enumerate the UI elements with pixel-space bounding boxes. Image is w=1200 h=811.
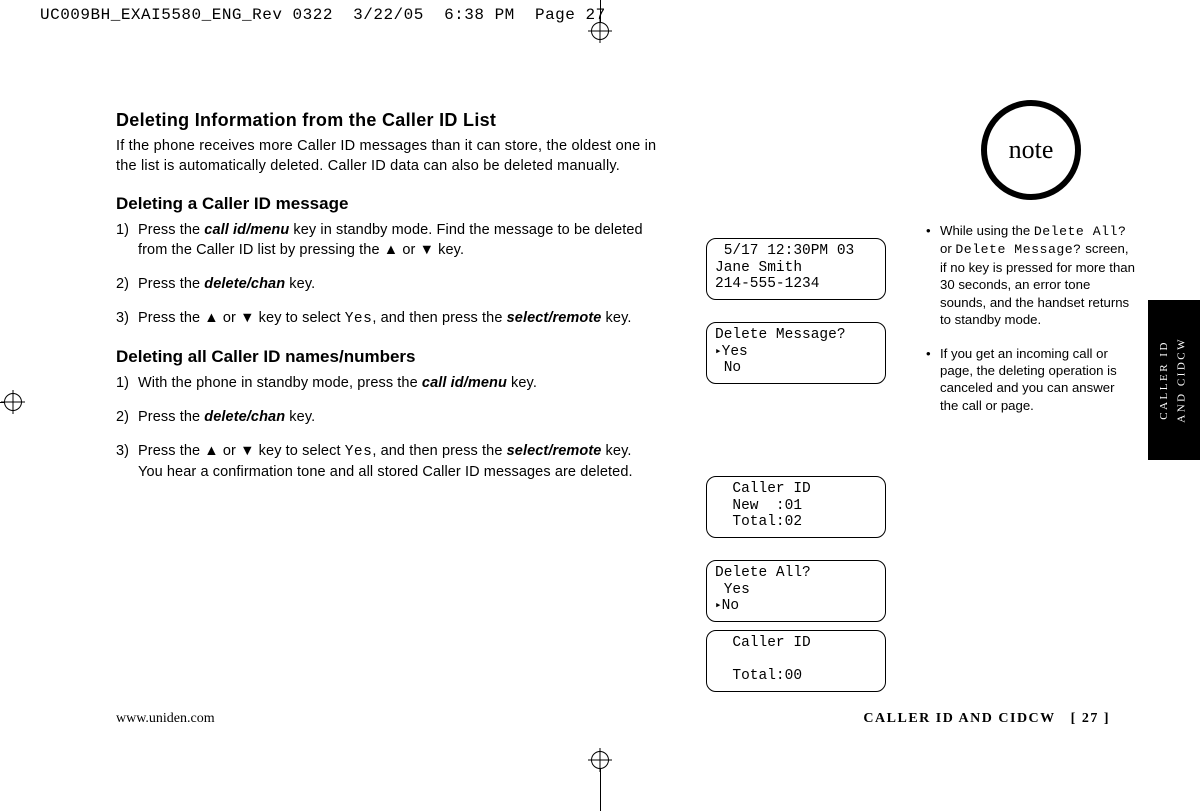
- down-arrow-icon: ▼: [420, 242, 434, 258]
- heading-main: Deleting Information from the Caller ID …: [116, 110, 676, 131]
- lcd-word: Yes: [345, 311, 373, 327]
- key-label: delete/chan: [204, 276, 285, 292]
- key-label: call id/menu: [204, 222, 289, 238]
- up-arrow-icon: ▲: [384, 242, 398, 258]
- section-tab: CALLER ID AND CIDCW: [1148, 300, 1200, 460]
- lcd-screen: Delete Message? Yes No: [706, 322, 886, 384]
- page-number: [ 27 ]: [1071, 711, 1110, 726]
- note-item: While using the Delete All? or Delete Me…: [926, 222, 1136, 329]
- heading-sub: Deleting all Caller ID names/numbers: [116, 347, 676, 367]
- lcd-screen: Delete All? Yes No: [706, 560, 886, 622]
- registration-mark: [591, 22, 609, 40]
- print-job-header: UC009BH_EXAI5580_ENG_Rev 0322 3/22/05 6:…: [40, 6, 606, 24]
- note-item: If you get an incoming call or page, the…: [926, 345, 1136, 415]
- cursor-icon: [715, 344, 722, 360]
- tab-line: CALLER ID: [1158, 340, 1170, 420]
- cursor-icon: [715, 598, 722, 614]
- step: Press the delete/chan key.: [116, 274, 676, 294]
- key-label: select/remote: [507, 310, 602, 326]
- down-arrow-icon: ▼: [240, 443, 254, 459]
- note-badge: note: [981, 100, 1081, 200]
- up-arrow-icon: ▲: [204, 310, 218, 326]
- footer-url: www.uniden.com: [116, 711, 215, 727]
- tab-line: AND CIDCW: [1176, 337, 1188, 423]
- key-label: call id/menu: [422, 375, 507, 391]
- down-arrow-icon: ▼: [240, 310, 254, 326]
- lcd-screen: Caller ID Total:00: [706, 630, 886, 692]
- key-label: delete/chan: [204, 409, 285, 425]
- registration-mark: [591, 751, 609, 769]
- lcd-word: Delete All?: [1034, 224, 1127, 239]
- step: Press the call id/menu key in standby mo…: [116, 220, 676, 260]
- footer-section: CALLER ID AND CIDCW: [863, 711, 1055, 726]
- lcd-word: Yes: [345, 444, 373, 460]
- step: Press the ▲ or ▼ key to select Yes, and …: [116, 441, 676, 482]
- step: Press the ▲ or ▼ key to select Yes, and …: [116, 308, 676, 329]
- heading-sub: Deleting a Caller ID message: [116, 194, 676, 214]
- lcd-screen: Caller ID New :01 Total:02: [706, 476, 886, 538]
- key-label: select/remote: [507, 443, 602, 459]
- intro-paragraph: If the phone receives more Caller ID mes…: [116, 137, 676, 176]
- lcd-word: Delete Message?: [955, 242, 1081, 257]
- up-arrow-icon: ▲: [204, 443, 218, 459]
- registration-mark: [4, 393, 22, 411]
- step: With the phone in standby mode, press th…: [116, 373, 676, 393]
- lcd-screen: 5/17 12:30PM 03 Jane Smith 214-555-1234: [706, 238, 886, 300]
- step: Press the delete/chan key.: [116, 407, 676, 427]
